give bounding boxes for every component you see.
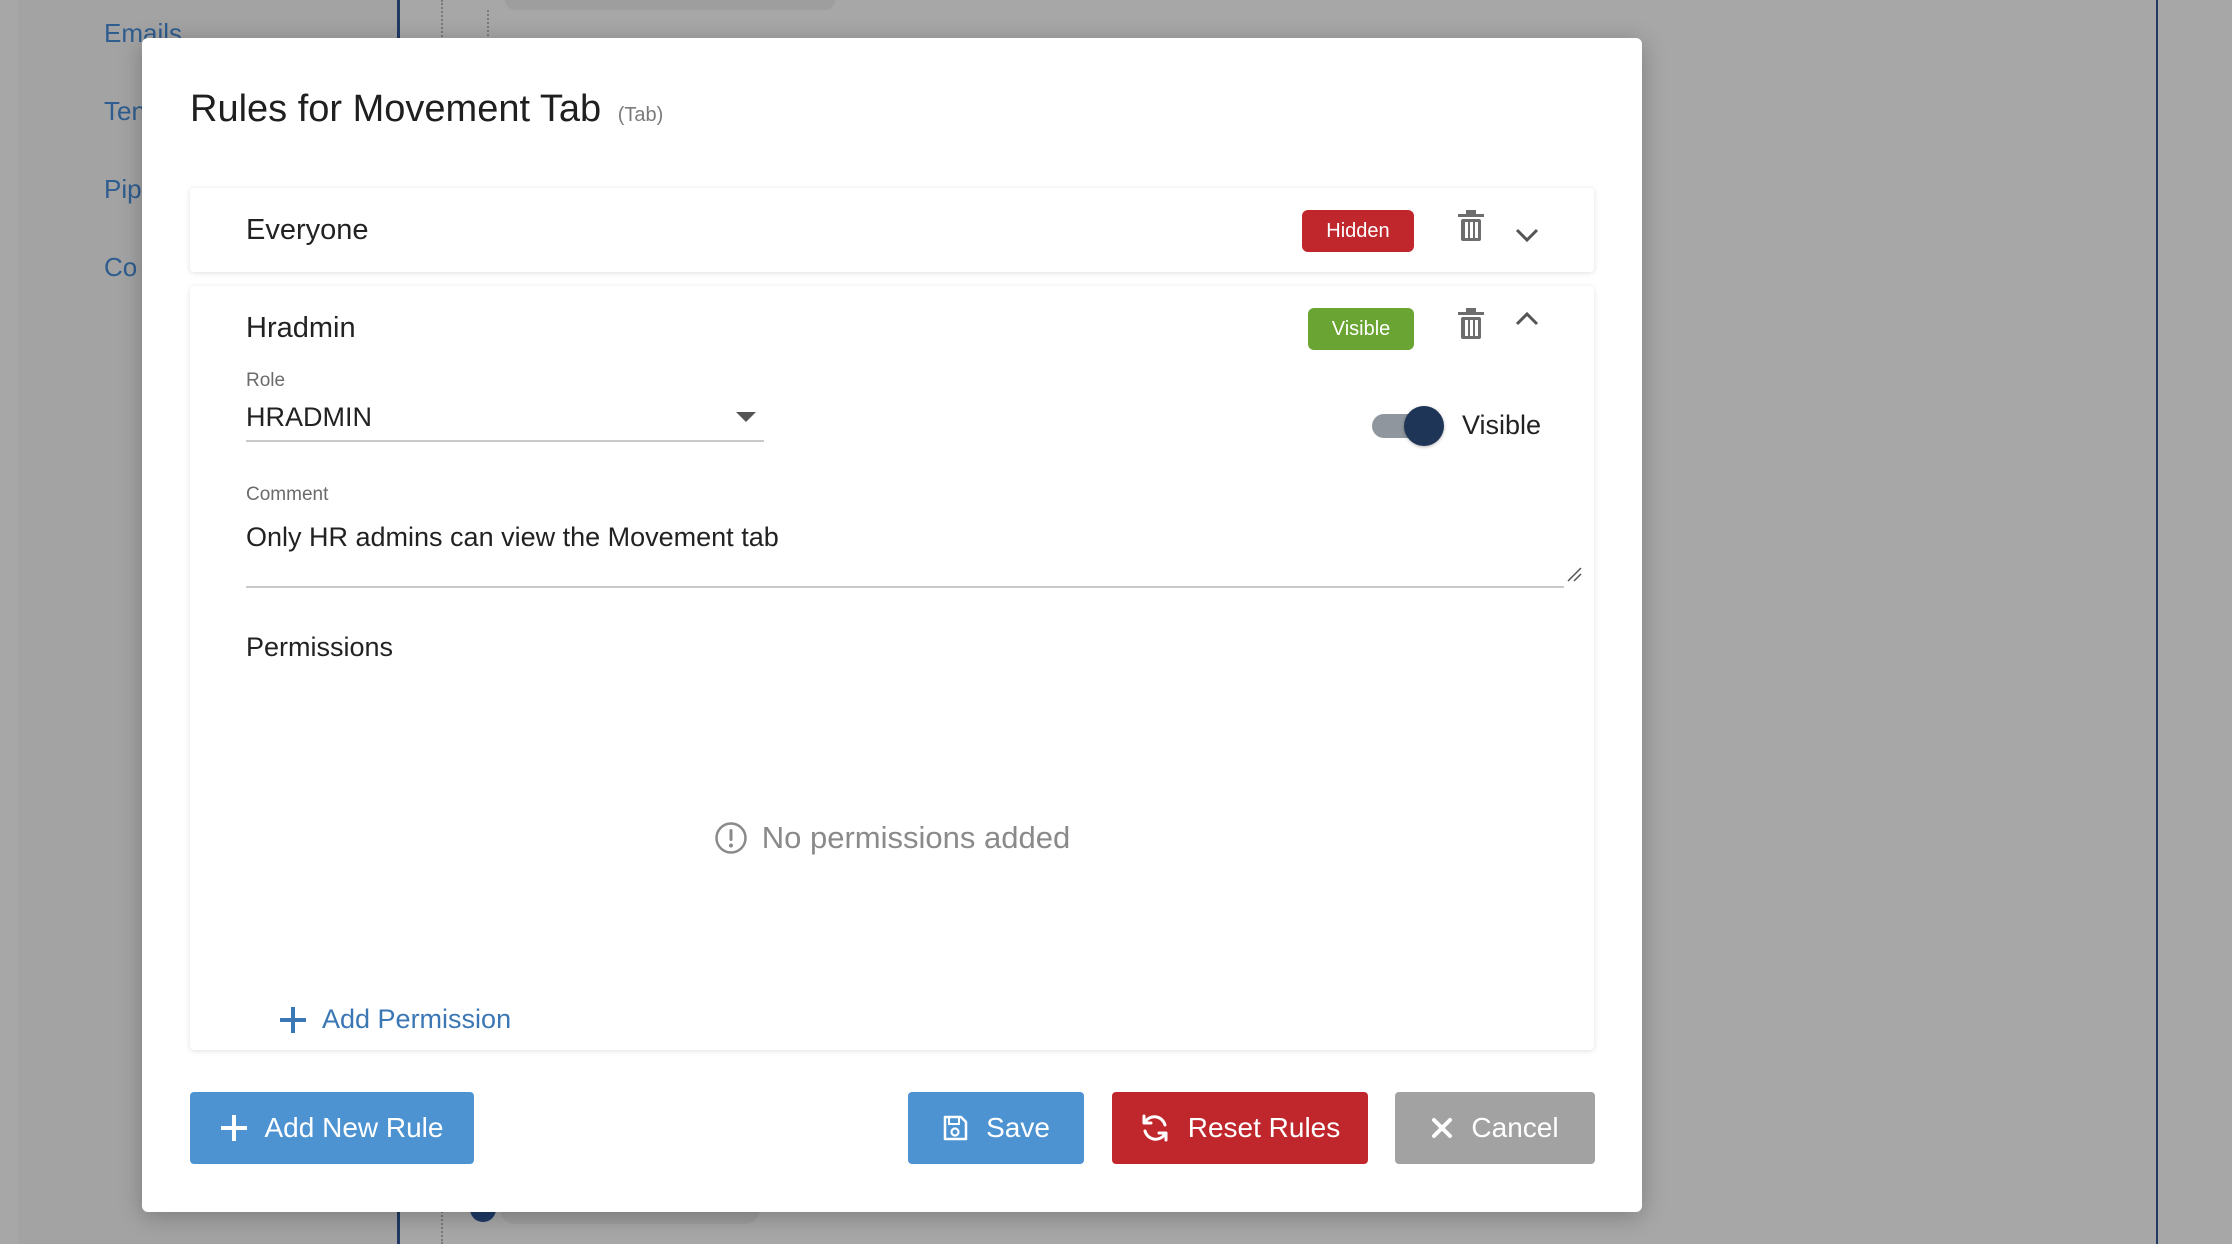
permissions-empty-text: No permissions added	[761, 820, 1071, 855]
background-pill	[505, 0, 835, 10]
status-badge-hidden: Hidden	[1302, 210, 1414, 252]
role-select[interactable]: HRADMIN	[246, 394, 764, 442]
info-circle-icon	[715, 822, 747, 854]
cancel-button[interactable]: Cancel	[1395, 1092, 1595, 1164]
comment-textarea[interactable]: Only HR admins can view the Movement tab	[246, 516, 1582, 588]
visibility-toggle-label: Visible	[1462, 410, 1542, 440]
close-icon	[1432, 1118, 1453, 1138]
add-new-rule-label: Add New Rule	[264, 1112, 444, 1143]
add-new-rule-button[interactable]: Add New Rule	[190, 1092, 474, 1164]
trash-icon[interactable]	[1456, 308, 1486, 340]
comment-value: Only HR admins can view the Movement tab	[246, 522, 779, 552]
permissions-empty-state: No permissions added	[190, 820, 1594, 856]
role-select-value: HRADMIN	[246, 402, 372, 432]
modal-title-text: Rules for Movement Tab	[190, 88, 602, 130]
modal-title: Rules for Movement Tab (Tab)	[190, 88, 663, 131]
cancel-label: Cancel	[1471, 1112, 1559, 1143]
save-button[interactable]: Save	[908, 1092, 1084, 1164]
refresh-icon	[1142, 1114, 1168, 1142]
chevron-up-icon[interactable]	[1512, 306, 1542, 330]
modal-subtitle: (Tab)	[617, 104, 664, 126]
bg-nav-link-config: Co	[104, 252, 138, 282]
trash-icon[interactable]	[1456, 210, 1486, 242]
chevron-down-icon[interactable]	[1512, 224, 1542, 248]
reset-rules-button[interactable]: Reset Rules	[1112, 1092, 1368, 1164]
plus-icon	[280, 1006, 306, 1033]
resize-grip-icon[interactable]	[1566, 566, 1582, 582]
toggle-knob	[1404, 406, 1444, 446]
role-label: Role	[246, 370, 286, 391]
background-dotted-line-short	[487, 10, 489, 40]
permissions-title: Permissions	[246, 632, 394, 662]
save-label: Save	[986, 1112, 1050, 1143]
plus-icon	[220, 1115, 247, 1141]
caret-down-icon	[736, 412, 756, 422]
floppy-disk-icon	[943, 1115, 968, 1141]
rule-name: Hradmin	[246, 312, 356, 344]
background-right-border	[2156, 0, 2158, 1244]
bg-nav-link-pipelines: Pip	[104, 174, 142, 204]
rules-modal: Rules for Movement Tab (Tab) Everyone Hi…	[142, 38, 1642, 1212]
visibility-toggle[interactable]	[1372, 406, 1444, 446]
rule-card-everyone[interactable]: Everyone Hidden	[190, 188, 1594, 272]
rule-card-hradmin: Hradmin Visible Role HRADMIN Visible Com…	[190, 286, 1594, 1050]
comment-label: Comment	[246, 484, 329, 505]
rule-name: Everyone	[246, 214, 369, 246]
reset-rules-label: Reset Rules	[1187, 1112, 1341, 1143]
status-badge-visible: Visible	[1308, 308, 1414, 350]
add-permission-label: Add Permission	[322, 1004, 512, 1034]
bg-nav-link-templates: Ten	[104, 96, 146, 126]
add-permission-link[interactable]: Add Permission	[280, 1004, 511, 1035]
